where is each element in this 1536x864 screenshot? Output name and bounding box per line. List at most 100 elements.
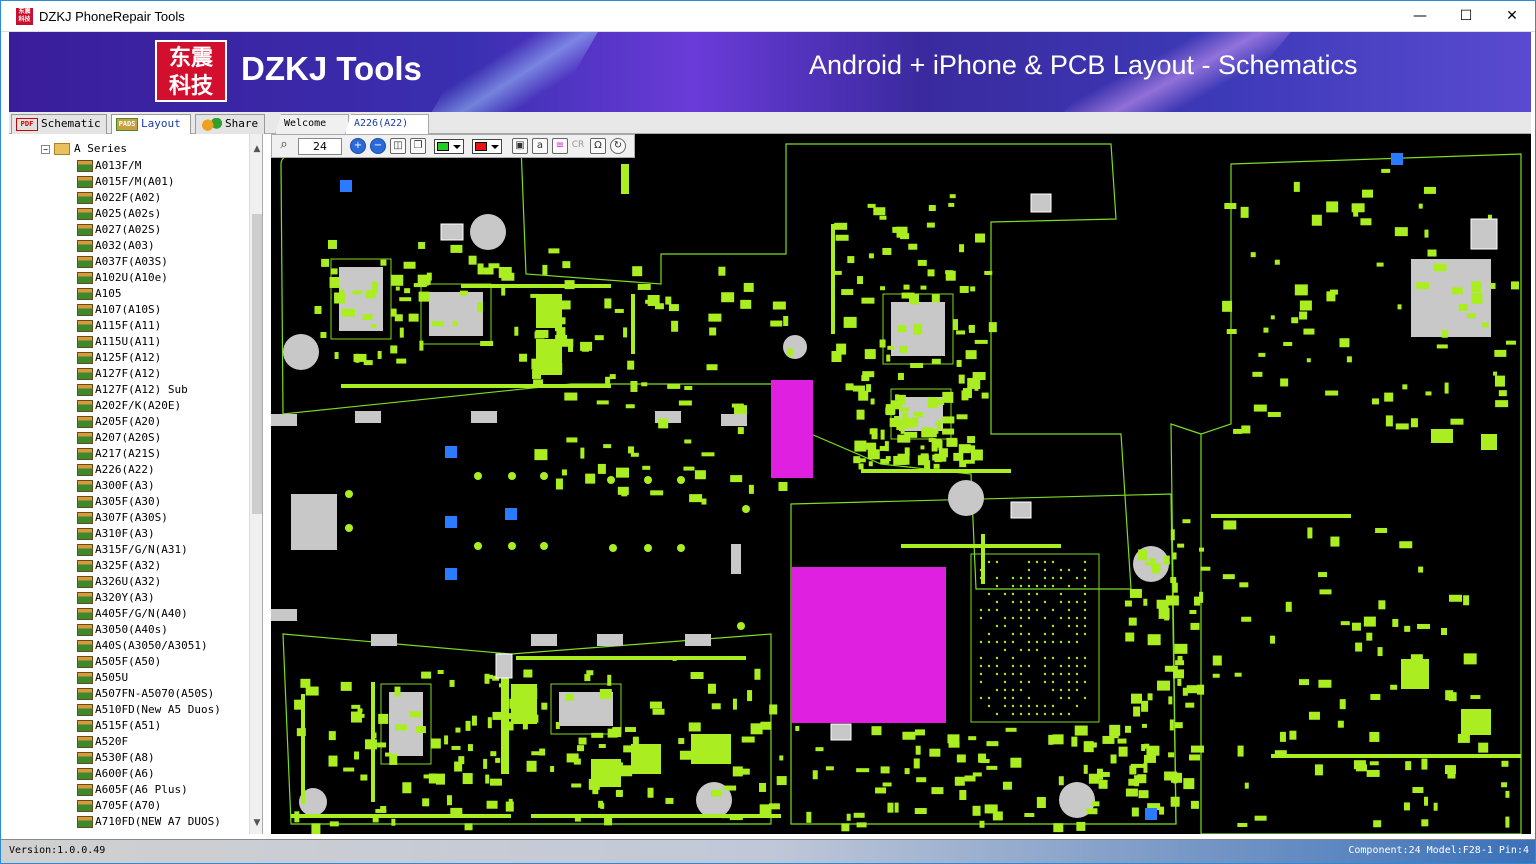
smd-pad[interactable] <box>979 820 985 828</box>
smd-pad[interactable] <box>402 782 412 794</box>
ball-pad[interactable] <box>1051 680 1055 684</box>
smd-pad[interactable] <box>1283 341 1293 346</box>
smd-pad[interactable] <box>555 722 560 730</box>
ball-pad[interactable] <box>1083 632 1087 636</box>
smd-pad[interactable] <box>665 797 674 804</box>
ball-pad[interactable] <box>1043 680 1047 684</box>
smd-pad[interactable] <box>893 455 907 465</box>
smd-pad[interactable] <box>409 711 421 718</box>
smd-pad[interactable] <box>519 353 528 362</box>
ball-pad[interactable] <box>1035 584 1039 588</box>
smd-pad[interactable] <box>974 339 988 344</box>
smd-pad[interactable] <box>1052 734 1064 745</box>
gray-pad[interactable] <box>731 544 741 574</box>
smd-pad[interactable] <box>1436 344 1448 349</box>
smd-pad[interactable] <box>1189 754 1201 761</box>
smd-pad[interactable] <box>1158 607 1170 619</box>
gray-component[interactable] <box>1010 501 1032 519</box>
smd-pad[interactable] <box>1076 821 1086 831</box>
smd-pad[interactable] <box>678 400 692 406</box>
tree-item[interactable]: A013F/M <box>77 158 141 174</box>
smd-pad[interactable] <box>1376 262 1384 267</box>
trace-bar[interactable] <box>981 534 985 584</box>
smd-pad[interactable] <box>1381 168 1391 173</box>
smd-pad[interactable] <box>1224 203 1237 210</box>
trace-bar[interactable] <box>291 814 511 818</box>
ball-pad[interactable] <box>1083 592 1087 596</box>
smd-pad[interactable] <box>908 243 918 250</box>
smd-pad[interactable] <box>1366 632 1373 641</box>
smd-pad[interactable] <box>739 768 750 775</box>
smd-pad[interactable] <box>795 725 800 731</box>
tree-item[interactable]: A105 <box>77 286 122 302</box>
smd-pad[interactable] <box>711 789 723 797</box>
smd-pad[interactable] <box>1185 702 1195 708</box>
ball-pad[interactable] <box>979 664 983 668</box>
smd-pad[interactable] <box>314 305 322 314</box>
smd-pad[interactable] <box>933 398 945 405</box>
ball-pad[interactable] <box>1011 640 1015 644</box>
smd-pad[interactable] <box>1226 328 1237 334</box>
smd-pad[interactable] <box>1138 549 1148 561</box>
smd-pad[interactable] <box>1444 382 1449 394</box>
ball-pad[interactable] <box>1067 664 1071 668</box>
smd-pad[interactable] <box>1308 711 1320 720</box>
ball-pad[interactable] <box>1019 664 1023 668</box>
smd-pad[interactable] <box>1457 733 1470 743</box>
rotate-icon[interactable]: ↻ <box>610 138 626 154</box>
smd-pad[interactable] <box>856 768 870 773</box>
smd-pad[interactable] <box>1252 371 1263 377</box>
ball-pad[interactable] <box>1003 688 1007 692</box>
tree-item[interactable]: A310F(A3) <box>77 526 155 542</box>
smd-pad[interactable] <box>887 802 894 813</box>
smd-pad[interactable] <box>1125 632 1135 642</box>
smd-pad[interactable] <box>423 774 437 779</box>
tree-item[interactable]: A40S(A3050/A3051) <box>77 638 208 654</box>
ball-pad[interactable] <box>995 640 999 644</box>
smd-pad[interactable] <box>882 782 892 787</box>
ball-pad[interactable] <box>979 616 983 620</box>
ball-pad[interactable] <box>1003 648 1007 652</box>
smd-pad[interactable] <box>1405 761 1412 771</box>
tree-root-a-series[interactable]: − A Series <box>41 141 127 157</box>
smd-pad[interactable] <box>959 790 967 801</box>
smd-pad[interactable] <box>501 272 515 281</box>
smd-pad[interactable] <box>1404 625 1411 632</box>
smd-pad[interactable] <box>754 668 761 680</box>
gray-pad[interactable] <box>597 634 623 646</box>
ball-pad[interactable] <box>995 672 999 676</box>
ball-pad[interactable] <box>1011 576 1015 580</box>
smd-pad[interactable] <box>1146 745 1160 756</box>
tree-item[interactable]: A305F(A30) <box>77 494 161 510</box>
smd-pad[interactable] <box>856 822 867 828</box>
smd-pad[interactable] <box>945 270 956 281</box>
ic-core[interactable] <box>389 692 423 756</box>
smd-pad[interactable] <box>880 286 886 291</box>
smd-pad[interactable] <box>779 755 784 761</box>
smd-pad[interactable] <box>1182 519 1191 524</box>
ball-pad[interactable] <box>1019 632 1023 636</box>
smd-pad[interactable] <box>870 398 875 405</box>
tree-item[interactable]: A022F(A02) <box>77 190 161 206</box>
ball-pad[interactable] <box>1035 560 1039 564</box>
smd-pad[interactable] <box>910 362 924 368</box>
ball-pad[interactable] <box>1059 592 1063 596</box>
trace-bar[interactable] <box>516 656 746 660</box>
ball-pad[interactable] <box>995 664 999 668</box>
ball-pad[interactable] <box>1067 680 1071 684</box>
ball-pad[interactable] <box>1067 688 1071 692</box>
smd-pad[interactable] <box>958 444 971 454</box>
gray-pad[interactable] <box>685 634 711 646</box>
ball-pad[interactable] <box>979 696 983 700</box>
gray-pad[interactable] <box>531 634 557 646</box>
ball-pad[interactable] <box>1011 632 1015 636</box>
smd-pad[interactable] <box>1190 800 1199 809</box>
ball-pad[interactable] <box>1027 648 1031 652</box>
smd-pad[interactable] <box>328 731 336 741</box>
smd-pad[interactable] <box>550 766 555 773</box>
smd-pad[interactable] <box>1036 796 1046 808</box>
smd-pad[interactable] <box>437 670 444 675</box>
smd-pad[interactable] <box>975 233 986 243</box>
smd-pad[interactable] <box>1471 281 1482 293</box>
tree-item[interactable]: A032(A03) <box>77 238 155 254</box>
